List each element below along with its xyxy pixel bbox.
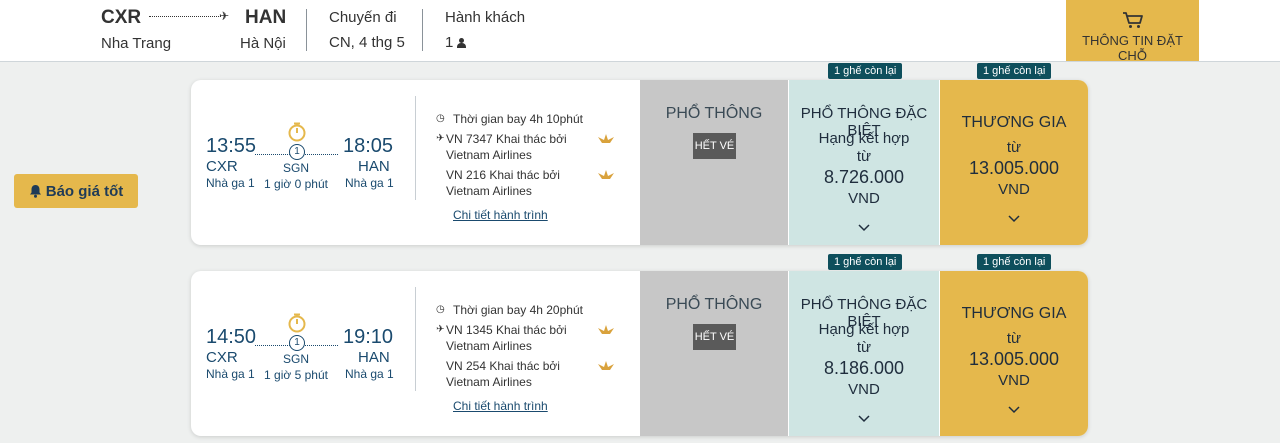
fare-from-label: từ	[856, 148, 872, 165]
premium-economy-fare[interactable]: PHỔ THÔNG ĐẶC BIỆT Hạng kết hợp từ 8.186…	[789, 271, 939, 436]
fare-class-name: THƯƠNG GIA	[961, 114, 1067, 131]
flight-segment: VN 1345 Khai thác bởi Vietnam Airlines	[446, 323, 567, 353]
fare-from-label: từ	[1006, 139, 1022, 156]
price-alert-button[interactable]: Báo giá tốt	[14, 174, 138, 208]
fare-currency: VND	[848, 190, 880, 207]
trip-info: Chuyến đi CN, 4 thg 5	[329, 9, 405, 51]
arrival-time: 18:05	[343, 135, 394, 157]
passenger-count: 1	[445, 34, 454, 51]
booking-info-label: THÔNG TIN ĐẶT CHỖ	[1082, 33, 1183, 63]
chevron-down-icon	[1008, 406, 1020, 414]
stop-airport: SGN	[282, 161, 309, 175]
header-divider	[306, 9, 307, 51]
airline-logo-icon	[598, 134, 614, 143]
chevron-down-icon	[858, 415, 870, 423]
fare-subtitle: Hạng kết hợp	[818, 321, 910, 338]
flight-segment: VN 7347 Khai thác bởi Vietnam Airlines	[446, 132, 567, 162]
clock-icon: ◷	[436, 304, 445, 315]
fare-from-label: từ	[1006, 330, 1022, 347]
arrival-time: 19:10	[343, 326, 394, 348]
price-alert-label: Báo giá tốt	[45, 182, 124, 200]
person-icon	[457, 37, 467, 48]
trip-label: Chuyến đi	[329, 9, 397, 26]
flight-segment: VN 254 Khai thác bởi Vietnam Airlines	[446, 359, 560, 389]
airline-logo-icon	[598, 170, 614, 179]
itinerary-detail-link[interactable]: Chi tiết hành trình	[453, 399, 548, 413]
flight-duration: Thời gian bay 4h 10phút	[453, 112, 583, 126]
bell-icon	[29, 185, 41, 198]
destination-city: Hà Nội	[240, 35, 286, 52]
booking-info-button[interactable]: THÔNG TIN ĐẶT CHỖ	[1066, 0, 1199, 63]
flight-summary-header: CXR ✈ HAN Nha Trang Hà Nội Chuyến đi CN,…	[0, 0, 1280, 63]
fare-price: 13.005.000	[968, 349, 1060, 369]
origin-code: CXR	[101, 7, 142, 28]
sold-out-badge: HẾT VÉ	[693, 324, 736, 350]
seats-left-badge: 1 ghế còn lại	[828, 63, 903, 79]
passenger-info: Hành khách 1	[445, 9, 525, 51]
chevron-down-icon	[1008, 215, 1020, 223]
plane-icon: ✈	[219, 9, 230, 23]
route-dots	[149, 16, 221, 17]
economy-fare: PHỔ THÔNG HẾT VÉ	[640, 80, 788, 245]
fare-price: 8.726.000	[823, 167, 905, 187]
cart-icon	[1122, 12, 1143, 28]
stop-count: 1	[289, 144, 305, 160]
flight-card: 13:55 18:05 CXR HAN Nhà ga 1 Nhà ga 1 1 …	[191, 63, 1088, 245]
airline-logo-icon	[598, 361, 614, 370]
flight-segment: VN 216 Khai thác bởi Vietnam Airlines	[446, 168, 560, 198]
fare-class-name: PHỔ THÔNG	[665, 296, 763, 313]
stop-count: 1	[289, 335, 305, 351]
chevron-down-icon	[858, 224, 870, 232]
stopwatch-icon	[288, 122, 306, 142]
fare-currency: VND	[848, 381, 880, 398]
departure-time: 13:55	[206, 135, 257, 157]
fare-class-name: PHỔ THÔNG	[665, 105, 763, 122]
origin-city: Nha Trang	[101, 35, 172, 52]
fare-from-label: từ	[856, 339, 872, 356]
flight-times: 14:50 19:10 CXR HAN Nhà ga 1 Nhà ga 1 1 …	[191, 271, 401, 436]
fare-subtitle: Hạng kết hợp	[818, 130, 910, 147]
stop-duration: 1 giờ 5 phút	[264, 368, 328, 382]
departure-time: 14:50	[206, 326, 257, 348]
seats-left-badge: 1 ghế còn lại	[828, 254, 903, 270]
plane-icon: ✈	[436, 324, 445, 335]
flight-times: 13:55 18:05 CXR HAN Nhà ga 1 Nhà ga 1 1 …	[191, 80, 401, 245]
flight-details: ◷ Thời gian bay 4h 20phút ✈ VN 1345 Khai…	[436, 271, 641, 436]
stop-duration: 1 giờ 0 phút	[264, 177, 328, 191]
clock-icon: ◷	[436, 113, 445, 124]
economy-fare: PHỔ THÔNG HẾT VÉ	[640, 271, 788, 436]
fare-class-name: THƯƠNG GIA	[961, 305, 1067, 322]
stop-airport: SGN	[282, 352, 309, 366]
fare-currency: VND	[998, 372, 1030, 389]
seats-left-badge: 1 ghế còn lại	[977, 254, 1052, 270]
stopwatch-icon	[288, 313, 306, 333]
trip-date: CN, 4 thg 5	[329, 34, 405, 51]
destination-code: HAN	[245, 7, 287, 28]
itinerary-detail-link[interactable]: Chi tiết hành trình	[453, 208, 548, 222]
sold-out-badge: HẾT VÉ	[693, 133, 736, 159]
fare-price: 8.186.000	[823, 358, 905, 378]
flight-details: ◷ Thời gian bay 4h 10phút ✈ VN 7347 Khai…	[436, 80, 641, 245]
seats-left-badge: 1 ghế còn lại	[977, 63, 1052, 79]
divider	[415, 96, 416, 200]
business-fare[interactable]: THƯƠNG GIA từ 13.005.000 VND	[940, 271, 1088, 436]
airline-logo-icon	[598, 325, 614, 334]
header-divider	[422, 9, 423, 51]
fare-price: 13.005.000	[968, 158, 1060, 178]
passenger-label: Hành khách	[445, 9, 526, 26]
divider	[415, 287, 416, 391]
business-fare[interactable]: THƯƠNG GIA từ 13.005.000 VND	[940, 80, 1088, 245]
flight-duration: Thời gian bay 4h 20phút	[453, 303, 583, 317]
premium-economy-fare[interactable]: PHỔ THÔNG ĐẶC BIỆT Hạng kết hợp từ 8.726…	[789, 80, 939, 245]
plane-icon: ✈	[436, 133, 445, 144]
fare-currency: VND	[998, 181, 1030, 198]
flight-card: 14:50 19:10 CXR HAN Nhà ga 1 Nhà ga 1 1 …	[191, 254, 1088, 436]
